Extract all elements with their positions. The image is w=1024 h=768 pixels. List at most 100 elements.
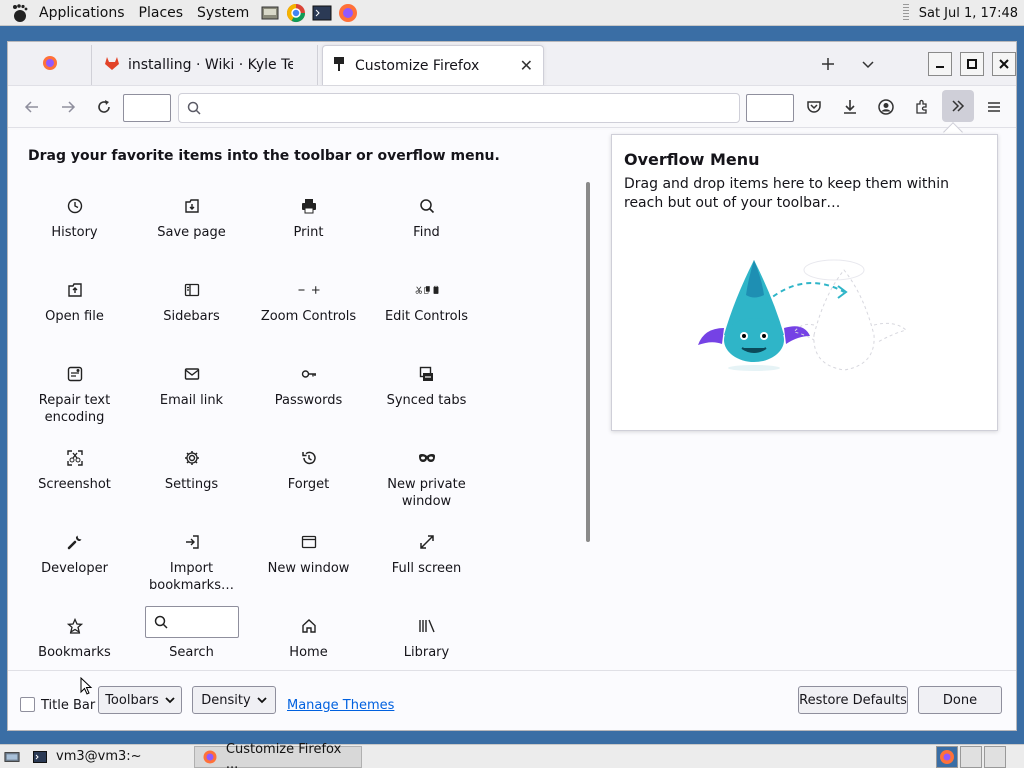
customize-footer: Title Bar Toolbars Density Manage Themes… — [8, 670, 1016, 730]
tab-installing-wiki[interactable]: installing · Wiki · Kyle Terrien — [92, 45, 318, 85]
chevron-down-icon — [257, 697, 267, 704]
palette-item-edit-controls[interactable]: Edit Controls — [368, 274, 485, 354]
manage-themes-link[interactable]: Manage Themes — [287, 698, 394, 713]
new-tab-button[interactable] — [816, 52, 840, 76]
sidebar-icon — [180, 278, 204, 302]
palette-item-sidebars[interactable]: Sidebars — [133, 274, 250, 354]
overflow-menu-button[interactable] — [942, 90, 974, 122]
downloads-button[interactable] — [836, 93, 864, 121]
palette-item-email-link[interactable]: Email link — [133, 358, 250, 438]
clock[interactable]: Sat Jul 1, 17:48 — [919, 6, 1018, 21]
urlbar[interactable] — [178, 93, 740, 123]
back-button[interactable] — [18, 93, 46, 121]
palette-item-passwords[interactable]: Passwords — [250, 358, 367, 438]
search-box[interactable] — [144, 606, 239, 638]
palette-item-screenshot[interactable]: Screenshot — [16, 442, 133, 522]
palette-item-find[interactable]: Find — [368, 190, 485, 270]
terminal-launcher-icon[interactable] — [311, 2, 333, 24]
gitlab-icon — [104, 55, 120, 75]
show-desktop-icon[interactable] — [4, 749, 20, 765]
chevron-down-icon — [165, 697, 175, 704]
mask-icon — [415, 446, 439, 470]
account-icon — [878, 99, 894, 115]
tab-customize-firefox[interactable]: Customize Firefox ✕ — [322, 45, 544, 85]
workspace-1[interactable] — [936, 746, 958, 768]
files-launcher-icon[interactable] — [259, 2, 281, 24]
panel-grip — [902, 4, 909, 22]
palette-header: Drag your favorite items into the toolba… — [28, 148, 500, 164]
magnifier-icon — [415, 194, 439, 218]
palette-item-new-window[interactable]: New window — [250, 526, 367, 606]
palette-item-save-page[interactable]: Save page — [133, 190, 250, 270]
toolbars-dropdown[interactable]: Toolbars — [98, 686, 182, 714]
palette-item-label: Repair text encoding — [38, 393, 111, 425]
taskbar-item-terminal[interactable]: vm3@vm3:~ — [24, 746, 150, 768]
import-icon — [180, 530, 204, 554]
title-bar-checkbox[interactable] — [20, 697, 35, 712]
firefox-launcher-icon[interactable] — [337, 2, 359, 24]
forward-button[interactable] — [54, 93, 82, 121]
palette-item-label: Settings — [164, 477, 219, 492]
flexible-space-2[interactable] — [746, 94, 794, 122]
overflow-menu-panel[interactable]: Overflow Menu Drag and drop items here t… — [611, 134, 998, 431]
puzzle-icon — [916, 99, 927, 114]
palette-item-import-bookmarks[interactable]: Import bookmarks… — [133, 526, 250, 606]
chrome-launcher-icon[interactable] — [285, 2, 307, 24]
palette-scrollbar[interactable] — [586, 182, 590, 542]
palette-item-repair-text-encoding[interactable]: Repair text encoding — [16, 358, 133, 438]
screenshot-icon — [63, 446, 87, 470]
close-window-button[interactable] — [992, 52, 1016, 76]
taskbar-item-firefox[interactable]: Customize Firefox ... — [193, 742, 362, 768]
list-all-tabs-button[interactable] — [856, 52, 880, 76]
envelope-icon — [180, 362, 204, 386]
palette-item-forget[interactable]: Forget — [250, 442, 367, 522]
library-icon — [415, 614, 439, 638]
window-icon — [297, 530, 321, 554]
synced-tabs-icon — [415, 362, 439, 386]
workspace-3[interactable] — [984, 746, 1006, 768]
palette-item-synced-tabs[interactable]: Synced tabs — [368, 358, 485, 438]
applications-menu[interactable]: Applications — [33, 5, 131, 21]
palette-item-print[interactable]: Print — [250, 190, 367, 270]
pocket-button[interactable] — [800, 93, 828, 121]
palette-item-full-screen[interactable]: Full screen — [368, 526, 485, 606]
palette-item-new-private-window[interactable]: New private window — [368, 442, 485, 522]
places-menu[interactable]: Places — [133, 5, 190, 21]
paintbrush-icon — [331, 56, 347, 76]
account-button[interactable] — [872, 93, 900, 121]
palette-item-label: New window — [267, 561, 350, 576]
palette-item-label: History — [51, 225, 98, 240]
gnome-foot-icon[interactable] — [7, 2, 31, 24]
reload-button[interactable] — [90, 93, 118, 121]
maximize-icon — [967, 59, 977, 69]
done-button[interactable]: Done — [918, 686, 1002, 714]
density-dropdown[interactable]: Density — [192, 686, 276, 714]
app-menu-button[interactable] — [980, 93, 1008, 121]
close-tab-icon[interactable]: ✕ — [520, 56, 533, 75]
firefox-icon — [42, 55, 58, 75]
workspace-2[interactable] — [960, 746, 982, 768]
fullscreen-icon — [415, 530, 439, 554]
customize-area: Drag your favorite items into the toolba… — [8, 122, 1016, 730]
palette-item-developer[interactable]: Developer — [16, 526, 133, 606]
search-icon — [154, 615, 168, 629]
palette-item-settings[interactable]: Settings — [133, 442, 250, 522]
toolbars-label: Toolbars — [105, 692, 159, 708]
palette-item-label: Save page — [157, 225, 226, 240]
palette-item-open-file[interactable]: Open file — [16, 274, 133, 354]
maximize-button[interactable] — [960, 52, 984, 76]
extensions-button[interactable] — [908, 93, 936, 121]
tab-pinned-firefox[interactable] — [8, 45, 92, 85]
palette-item-history[interactable]: History — [16, 190, 133, 270]
flexible-space[interactable] — [123, 94, 171, 122]
reload-icon — [98, 100, 110, 113]
palette-item-zoom-controls[interactable]: Zoom Controls — [250, 274, 367, 354]
title-bar-label[interactable]: Title Bar — [41, 698, 95, 713]
back-arrow-icon — [24, 101, 38, 113]
palette-item-label: Import bookmarks… — [149, 561, 234, 593]
restore-defaults-button[interactable]: Restore Defaults — [798, 686, 908, 714]
minimize-button[interactable] — [928, 52, 952, 76]
palette-item-label: Home — [289, 645, 328, 660]
forward-arrow-icon — [62, 101, 76, 113]
system-menu[interactable]: System — [191, 5, 255, 21]
